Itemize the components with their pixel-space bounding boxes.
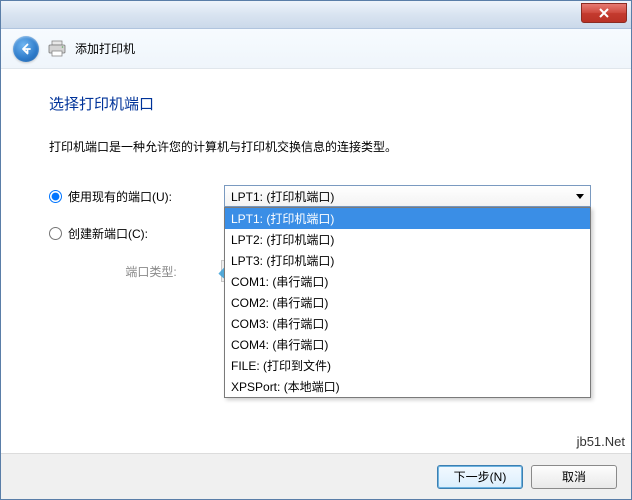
window-title: 添加打印机: [75, 40, 135, 57]
wizard-window: 添加打印机 选择打印机端口 打印机端口是一种允许您的计算机与打印机交换信息的连接…: [0, 0, 632, 500]
header-bar: 添加打印机: [1, 29, 631, 69]
port-combo-value: LPT1: (打印机端口): [231, 188, 334, 205]
port-option[interactable]: LPT3: (打印机端口): [225, 250, 590, 271]
titlebar: [1, 1, 631, 29]
port-option[interactable]: XPSPort: (本地端口): [225, 376, 590, 397]
page-description: 打印机端口是一种允许您的计算机与打印机交换信息的连接类型。: [49, 138, 591, 155]
use-existing-label: 使用现有的端口(U):: [68, 188, 172, 205]
port-option[interactable]: COM4: (串行端口): [225, 334, 590, 355]
port-option[interactable]: COM1: (串行端口): [225, 271, 590, 292]
use-existing-row: 使用现有的端口(U): LPT1: (打印机端口) LPT1: (打印机端口)L…: [49, 185, 591, 207]
create-new-label: 创建新端口(C):: [68, 225, 148, 242]
port-combo[interactable]: LPT1: (打印机端口): [224, 185, 591, 207]
content-area: 选择打印机端口 打印机端口是一种允许您的计算机与打印机交换信息的连接类型。 使用…: [1, 69, 631, 282]
port-type-label: 端口类型:: [49, 263, 221, 280]
source-watermark: jb51.Net: [577, 434, 625, 449]
close-icon: [599, 8, 609, 18]
port-option[interactable]: FILE: (打印到文件): [225, 355, 590, 376]
close-button[interactable]: [581, 3, 627, 23]
back-button[interactable]: [13, 36, 39, 62]
footer-bar: 下一步(N) 取消: [1, 453, 631, 499]
create-new-radio[interactable]: [49, 227, 62, 240]
use-existing-radio[interactable]: [49, 190, 62, 203]
port-option[interactable]: COM2: (串行端口): [225, 292, 590, 313]
page-heading: 选择打印机端口: [49, 93, 591, 114]
printer-icon: [47, 40, 67, 58]
port-option[interactable]: LPT1: (打印机端口): [225, 208, 590, 229]
port-option[interactable]: COM3: (串行端口): [225, 313, 590, 334]
arrow-left-icon: [19, 42, 33, 56]
next-button[interactable]: 下一步(N): [437, 465, 523, 489]
port-dropdown: LPT1: (打印机端口)LPT2: (打印机端口)LPT3: (打印机端口)C…: [224, 207, 591, 398]
port-option[interactable]: LPT2: (打印机端口): [225, 229, 590, 250]
cancel-button[interactable]: 取消: [531, 465, 617, 489]
